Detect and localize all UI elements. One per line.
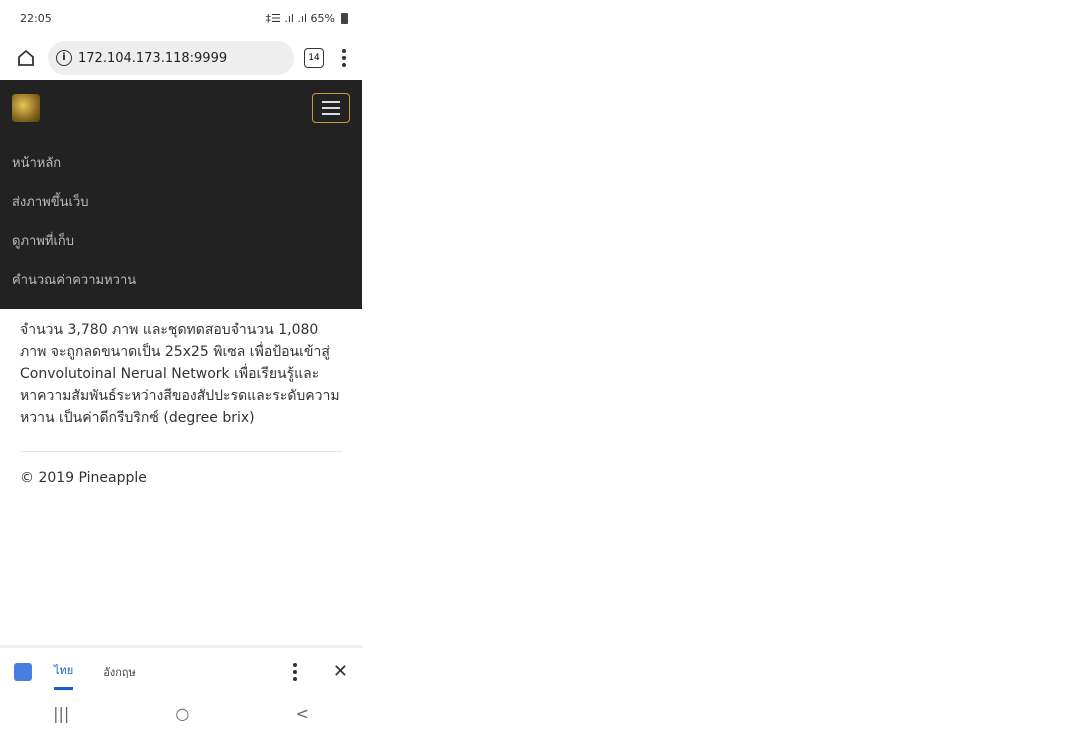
overflow-menu-icon[interactable]	[334, 49, 354, 67]
home-icon[interactable]	[14, 46, 38, 70]
pineapple-logo[interactable]	[12, 93, 40, 122]
tab-count-button[interactable]: 14	[304, 48, 324, 68]
translate-lang-thai[interactable]: ไทย	[54, 661, 74, 690]
translate-bar: ไทย อังกฤษ ✕	[0, 645, 362, 695]
back-button[interactable]: <	[295, 704, 308, 723]
address-field[interactable]: i 172.104.173.118:9999	[48, 41, 294, 75]
divider	[20, 451, 342, 452]
browser-url-bar: i 172.104.173.118:9999 14	[0, 36, 362, 80]
system-nav-bar: ||| ○ <	[0, 695, 362, 731]
url-text: 172.104.173.118:9999	[78, 50, 228, 66]
status-bar: 22:05 ‡☰ .ıl .ıl 65%	[0, 0, 362, 36]
footer-copyright: © 2019 Pineapple	[20, 470, 147, 486]
menu-item-calculate[interactable]: คำนวณค่าความหวาน	[12, 260, 350, 299]
menu-item-gallery[interactable]: ดูภาพที่เก็บ	[12, 221, 350, 260]
home-button[interactable]: ○	[175, 704, 189, 723]
menu-item-home[interactable]: หน้าหลัก	[12, 143, 350, 182]
translate-menu-icon[interactable]	[285, 662, 305, 681]
status-signal: ‡☰ .ıl .ıl 65%	[265, 11, 335, 25]
google-translate-icon	[14, 662, 32, 681]
info-icon[interactable]: i	[56, 50, 72, 66]
hamburger-menu-button[interactable]	[312, 92, 350, 123]
status-time: 22:05	[20, 11, 52, 25]
nav-dropdown-menu: หน้าหลัก ส่งภาพขึ้นเว็บ ดูภาพที่เก็บ คำน…	[0, 135, 362, 309]
description-text: จำนวน 3,780 ภาพ และชุดทดสอบจำนวน 1,080 ภ…	[20, 322, 340, 426]
recents-button[interactable]: |||	[53, 704, 69, 723]
close-icon[interactable]: ✕	[333, 661, 348, 682]
main-content: จำนวน 3,780 ภาพ และชุดทดสอบจำนวน 1,080 ภ…	[0, 309, 362, 496]
menu-item-upload[interactable]: ส่งภาพขึ้นเว็บ	[12, 182, 350, 221]
battery-icon	[341, 12, 348, 24]
translate-lang-english[interactable]: อังกฤษ	[103, 663, 136, 681]
panel-home-menu: 22:05 ‡☰ .ıl .ıl 65% i 172.104.173.118:9…	[0, 0, 362, 731]
site-navbar	[0, 80, 362, 135]
